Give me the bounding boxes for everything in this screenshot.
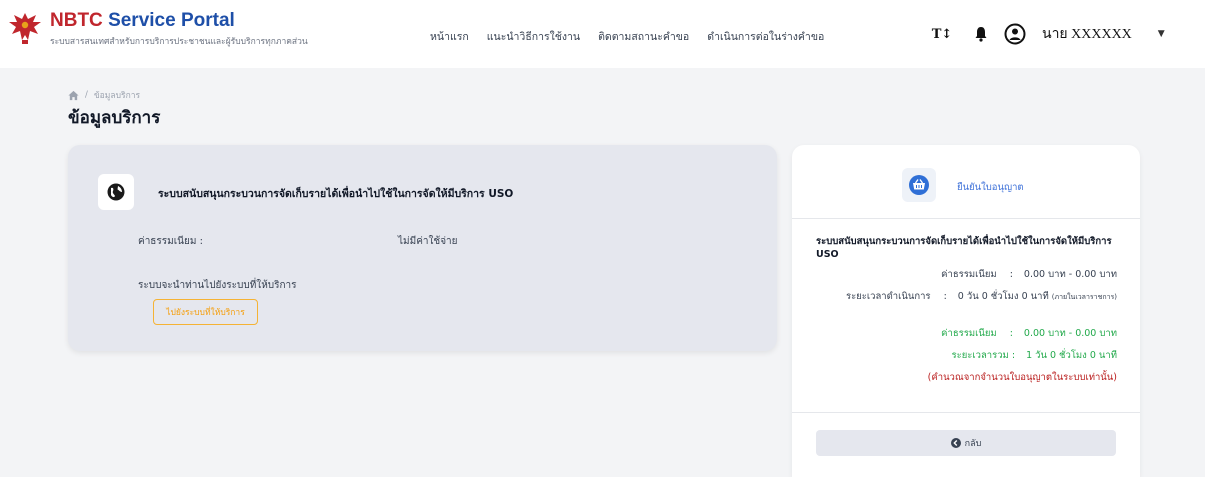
brand[interactable]: NBTC Service Portal ระบบสารสนเทศสำหรับกา… [50,10,308,48]
nav-track-status[interactable]: ติดตามสถานะคำขอ [598,28,689,45]
total-fee-value: 0.00 บาท - 0.00 บาท [1023,328,1117,339]
garuda-logo-icon[interactable] [7,10,43,46]
chevron-left-icon [950,438,961,448]
divider [792,412,1140,413]
nav-guide[interactable]: แนะนำวิธีการใช้งาน [487,28,580,45]
total-fee-label: ค่าธรรมเนียม [941,328,997,339]
summary-duration-colon: : [943,291,947,302]
back-button[interactable]: กลับ [816,430,1116,456]
total-time-label: ระยะเวลารวม : [951,350,1016,361]
total-fee-colon: : [1009,328,1013,339]
top-header: NBTC Service Portal ระบบสารสนเทศสำหรับกา… [0,0,1205,68]
service-info-card: ระบบสนับสนุนกระบวนการจัดเก็บรายได้เพื่อน… [68,145,777,351]
brand-subtitle: ระบบสารสนเทศสำหรับการบริการประชาชนและผู้… [50,37,308,47]
summary-duration-label: ระยะเวลาดำเนินการ [845,291,931,302]
brand-service: Service Portal [108,10,235,31]
summary-duration-value: 0 วัน 0 ชั่วโมง 0 นาที [957,291,1049,302]
total-time-value: 1 วัน 0 ชั่วโมง 0 นาที [1026,350,1117,361]
redirect-label: ระบบจะนำท่านไปยังระบบที่ให้บริการ [138,280,297,291]
fee-label: ค่าธรรมเนียม : [138,236,203,247]
service-name: ระบบสนับสนุนกระบวนการจัดเก็บรายได้เพื่อน… [158,188,514,200]
nav-home[interactable]: หน้าแรก [430,28,469,45]
bell-icon[interactable] [972,25,990,43]
service-icon-box [98,174,134,210]
brand-main: NBTC [50,10,103,31]
brand-title: NBTC Service Portal [50,10,308,32]
user-avatar-icon[interactable] [1004,23,1026,45]
user-name[interactable]: นาย XXXXXX [1042,23,1132,45]
total-time-row: ระยะเวลารวม : 1 วัน 0 ชั่วโมง 0 นาที [952,348,1118,363]
back-button-label: กลับ [964,439,982,449]
fee-value: ไม่มีค่าใช้จ่าย [398,236,458,247]
home-icon[interactable] [68,90,79,101]
font-size-button[interactable]: T↕ [930,27,954,42]
basket-icon [909,175,929,195]
summary-duration-note: (ภายในเวลาราชการ) [1051,293,1117,301]
chevron-down-icon[interactable]: ▼ [1158,29,1165,39]
main-nav: หน้าแรก แนะนำวิธีการใช้งาน ติดตามสถานะคำ… [430,28,824,45]
calculation-note: (คำนวณจากจำนวนใบอนุญาตในระบบเท่านั้น) [927,372,1117,383]
go-to-service-button[interactable]: ไปยังระบบที่ให้บริการ [153,299,258,325]
summary-fee-colon: : [1009,269,1013,280]
page-title: ข้อมูลบริการ [68,108,161,128]
total-fee-row: ค่าธรรมเนียม : 0.00 บาท - 0.00 บาท [941,326,1117,341]
breadcrumb-current: ข้อมูลบริการ [93,91,141,101]
nav-continue-draft[interactable]: ดำเนินการต่อในร่างคำขอ [707,28,824,45]
divider [792,218,1140,219]
summary-fee-value: 0.00 บาท - 0.00 บาท [1023,269,1117,280]
summary-duration-row: ระยะเวลาดำเนินการ : 0 วัน 0 ชั่วโมง 0 นา… [846,289,1117,304]
summary-fee-label: ค่าธรรมเนียม [941,269,997,280]
breadcrumb: / ข้อมูลบริการ [68,88,140,102]
confirm-license-link[interactable]: ยืนยันใบอนุญาต [957,180,1024,195]
summary-card: ยืนยันใบอนุญาต ระบบสนับสนุนกระบวนการจัดเ… [792,145,1140,477]
summary-fee-row: ค่าธรรมเนียม : 0.00 บาท - 0.00 บาท [941,267,1117,282]
header-actions: T↕ นาย XXXXXX ▼ [930,22,1165,46]
globe-icon [107,183,125,201]
summary-service-title: ระบบสนับสนุนกระบวนการจัดเก็บรายได้เพื่อน… [816,236,1112,260]
basket-icon-box[interactable] [902,168,936,202]
breadcrumb-separator: / [85,90,88,100]
